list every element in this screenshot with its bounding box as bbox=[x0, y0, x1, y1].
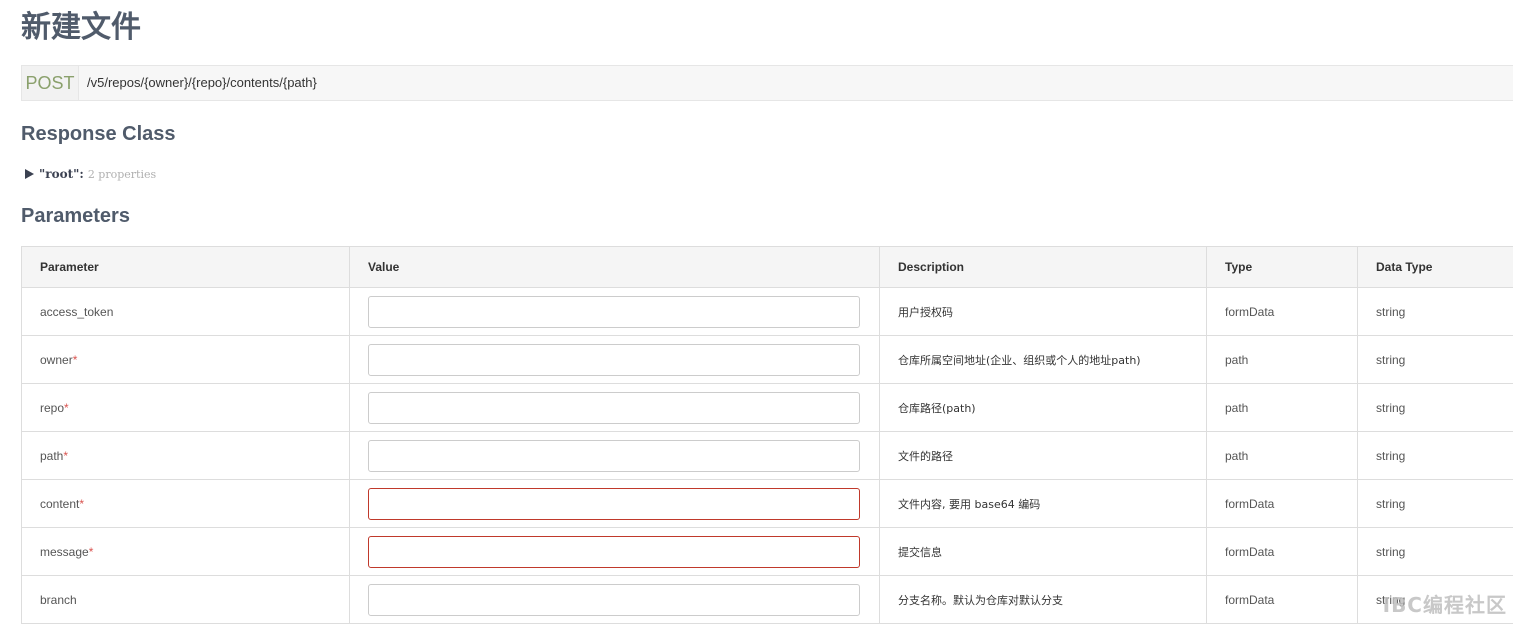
model-root-name: "root": bbox=[39, 167, 84, 181]
expand-triangle-icon[interactable] bbox=[25, 169, 34, 179]
watermark-text: IBC编程社区 bbox=[1382, 593, 1507, 617]
repo-input[interactable] bbox=[368, 391, 860, 424]
table-row: path* 文件的路径 path string bbox=[21, 431, 1513, 480]
param-description: 提交信息 bbox=[879, 527, 1207, 576]
param-data-type: string bbox=[1357, 383, 1513, 432]
param-value-cell bbox=[349, 383, 880, 432]
path-input[interactable] bbox=[368, 439, 860, 472]
column-header-description: Description bbox=[879, 246, 1207, 288]
param-type: path bbox=[1206, 383, 1358, 432]
param-description: 用户授权码 bbox=[879, 287, 1207, 336]
table-row: repo* 仓库路径(path) path string bbox=[21, 383, 1513, 432]
param-name: repo bbox=[40, 400, 65, 415]
param-description: 分支名称。默认为仓库对默认分支 bbox=[879, 575, 1207, 624]
param-description: 文件的路径 bbox=[879, 431, 1207, 480]
access_token-input[interactable] bbox=[368, 295, 860, 328]
parameters-title: Parameters bbox=[21, 205, 130, 227]
required-marker: * bbox=[79, 496, 85, 511]
required-marker: * bbox=[88, 544, 94, 559]
param-description: 文件内容, 要用 base64 编码 bbox=[879, 479, 1207, 528]
content-input[interactable] bbox=[368, 487, 860, 520]
param-name: access_token bbox=[40, 304, 114, 319]
param-data-type: string bbox=[1357, 527, 1513, 576]
param-value-cell bbox=[349, 431, 880, 480]
param-type: path bbox=[1206, 431, 1358, 480]
param-value-cell bbox=[349, 575, 880, 624]
column-header-data-type: Data Type bbox=[1357, 246, 1513, 288]
parameters-table: Parameter Value Description Type Data Ty… bbox=[21, 246, 1513, 624]
param-value-cell bbox=[349, 287, 880, 336]
table-row: message* 提交信息 formData string bbox=[21, 527, 1513, 576]
table-row: branch 分支名称。默认为仓库对默认分支 formData string bbox=[21, 575, 1513, 624]
param-type: formData bbox=[1206, 575, 1358, 624]
param-name: content bbox=[40, 496, 80, 511]
param-type: formData bbox=[1206, 527, 1358, 576]
http-method-badge: POST bbox=[22, 66, 79, 100]
param-name: path bbox=[40, 448, 64, 463]
owner-input[interactable] bbox=[368, 343, 860, 376]
endpoint-path: /v5/repos/{owner}/{repo}/contents/{path} bbox=[87, 75, 317, 90]
param-type: path bbox=[1206, 335, 1358, 384]
param-name-cell: content* bbox=[21, 479, 350, 528]
required-marker: * bbox=[64, 400, 69, 415]
param-value-cell bbox=[349, 479, 880, 528]
table-row: content* 文件内容, 要用 base64 编码 formData string bbox=[21, 479, 1513, 528]
model-root-toggle[interactable]: "root": 2 properties bbox=[25, 166, 156, 183]
param-name-cell: message* bbox=[21, 527, 350, 576]
param-name: message bbox=[40, 544, 89, 559]
parameters-table-body: access_token 用户授权码 formData string owner* 仓库所… bbox=[21, 287, 1513, 624]
param-value-cell bbox=[349, 527, 880, 576]
table-header-row: Parameter Value Description Type Data Ty… bbox=[21, 246, 1513, 288]
param-value-cell bbox=[349, 335, 880, 384]
table-row: owner* 仓库所属空间地址(企业、组织或个人的地址path) path strin… bbox=[21, 335, 1513, 384]
param-name-cell: access_token bbox=[21, 287, 350, 336]
column-header-value: Value bbox=[349, 246, 880, 288]
param-description: 仓库路径(path) bbox=[879, 383, 1207, 432]
param-data-type: string bbox=[1357, 431, 1513, 480]
param-name-cell: path* bbox=[21, 431, 350, 480]
param-type: formData bbox=[1206, 287, 1358, 336]
required-marker: * bbox=[72, 352, 78, 367]
param-description: 仓库所属空间地址(企业、组织或个人的地址path) bbox=[879, 335, 1207, 384]
message-input[interactable] bbox=[368, 535, 860, 568]
response-class-title: Response Class bbox=[21, 123, 176, 145]
param-data-type: string bbox=[1357, 479, 1513, 528]
param-data-type: string bbox=[1357, 287, 1513, 336]
param-name: owner bbox=[40, 352, 73, 367]
param-name-cell: owner* bbox=[21, 335, 350, 384]
param-name-cell: branch bbox=[21, 575, 350, 624]
page-title: 新建文件 bbox=[21, 10, 141, 45]
required-marker: * bbox=[63, 448, 69, 463]
param-data-type: string bbox=[1357, 335, 1513, 384]
param-type: formData bbox=[1206, 479, 1358, 528]
param-name-cell: repo* bbox=[21, 383, 350, 432]
table-row: access_token 用户授权码 formData string bbox=[21, 287, 1513, 336]
column-header-parameter: Parameter bbox=[21, 246, 350, 288]
model-root-properties: 2 properties bbox=[87, 168, 157, 181]
endpoint-bar[interactable]: POST /v5/repos/{owner}/{repo}/contents/{… bbox=[21, 65, 1513, 101]
column-header-type: Type bbox=[1206, 246, 1358, 288]
param-name: branch bbox=[40, 592, 77, 607]
branch-input[interactable] bbox=[368, 583, 860, 616]
